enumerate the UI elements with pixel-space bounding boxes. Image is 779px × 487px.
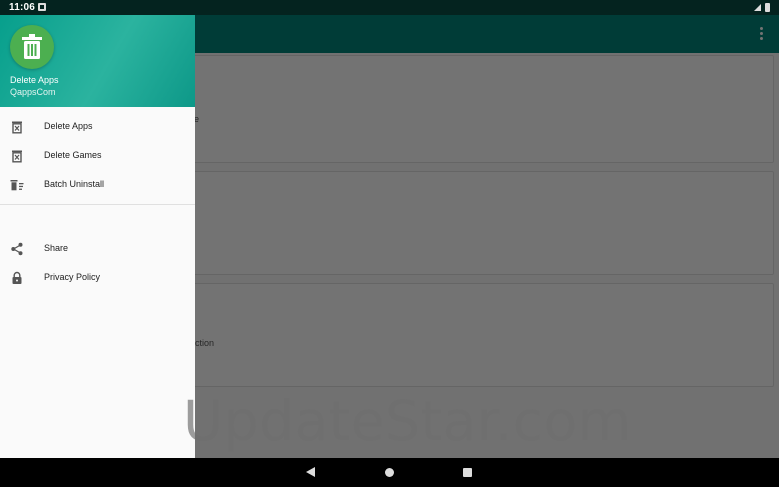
drawer-header: Delete Apps QappsCom [0, 15, 195, 107]
share-icon [11, 242, 23, 256]
back-icon[interactable] [306, 467, 315, 477]
battery-icon [765, 3, 770, 12]
menu-label: Batch Uninstall [44, 179, 105, 189]
lock-icon [12, 271, 22, 284]
menu-item-delete-games[interactable]: Delete Games [0, 142, 195, 171]
menu-label: Privacy Policy [44, 272, 101, 282]
watermark: UpdateStar.com [183, 389, 632, 453]
drawer-app-name: Delete Apps [10, 75, 59, 85]
drawer-divider [0, 204, 195, 205]
menu-item-batch-uninstall[interactable]: Batch Uninstall [0, 171, 195, 200]
trash-box-icon [12, 121, 22, 134]
trash-box-icon [12, 150, 22, 163]
status-time: 11:06 [9, 2, 36, 13]
menu-item-share[interactable]: Share [0, 235, 195, 264]
home-icon[interactable] [385, 468, 394, 477]
menu-label: Share [44, 243, 69, 253]
navigation-drawer: Delete Apps QappsCom Delete Apps Delete … [0, 15, 195, 458]
notification-icon [38, 3, 46, 11]
app-logo-trash-icon [10, 25, 54, 69]
drawer-developer-name: QappsCom [10, 87, 56, 97]
menu-label: Delete Apps [44, 121, 93, 131]
batch-delete-icon [10, 180, 24, 191]
signal-icon [754, 4, 761, 11]
status-bar: 11:06 [0, 0, 779, 15]
system-navigation-bar [0, 458, 779, 487]
menu-item-privacy-policy[interactable]: Privacy Policy [0, 264, 195, 293]
recents-icon[interactable] [463, 468, 472, 477]
menu-item-delete-apps[interactable]: Delete Apps [0, 113, 195, 142]
menu-label: Delete Games [44, 150, 102, 160]
